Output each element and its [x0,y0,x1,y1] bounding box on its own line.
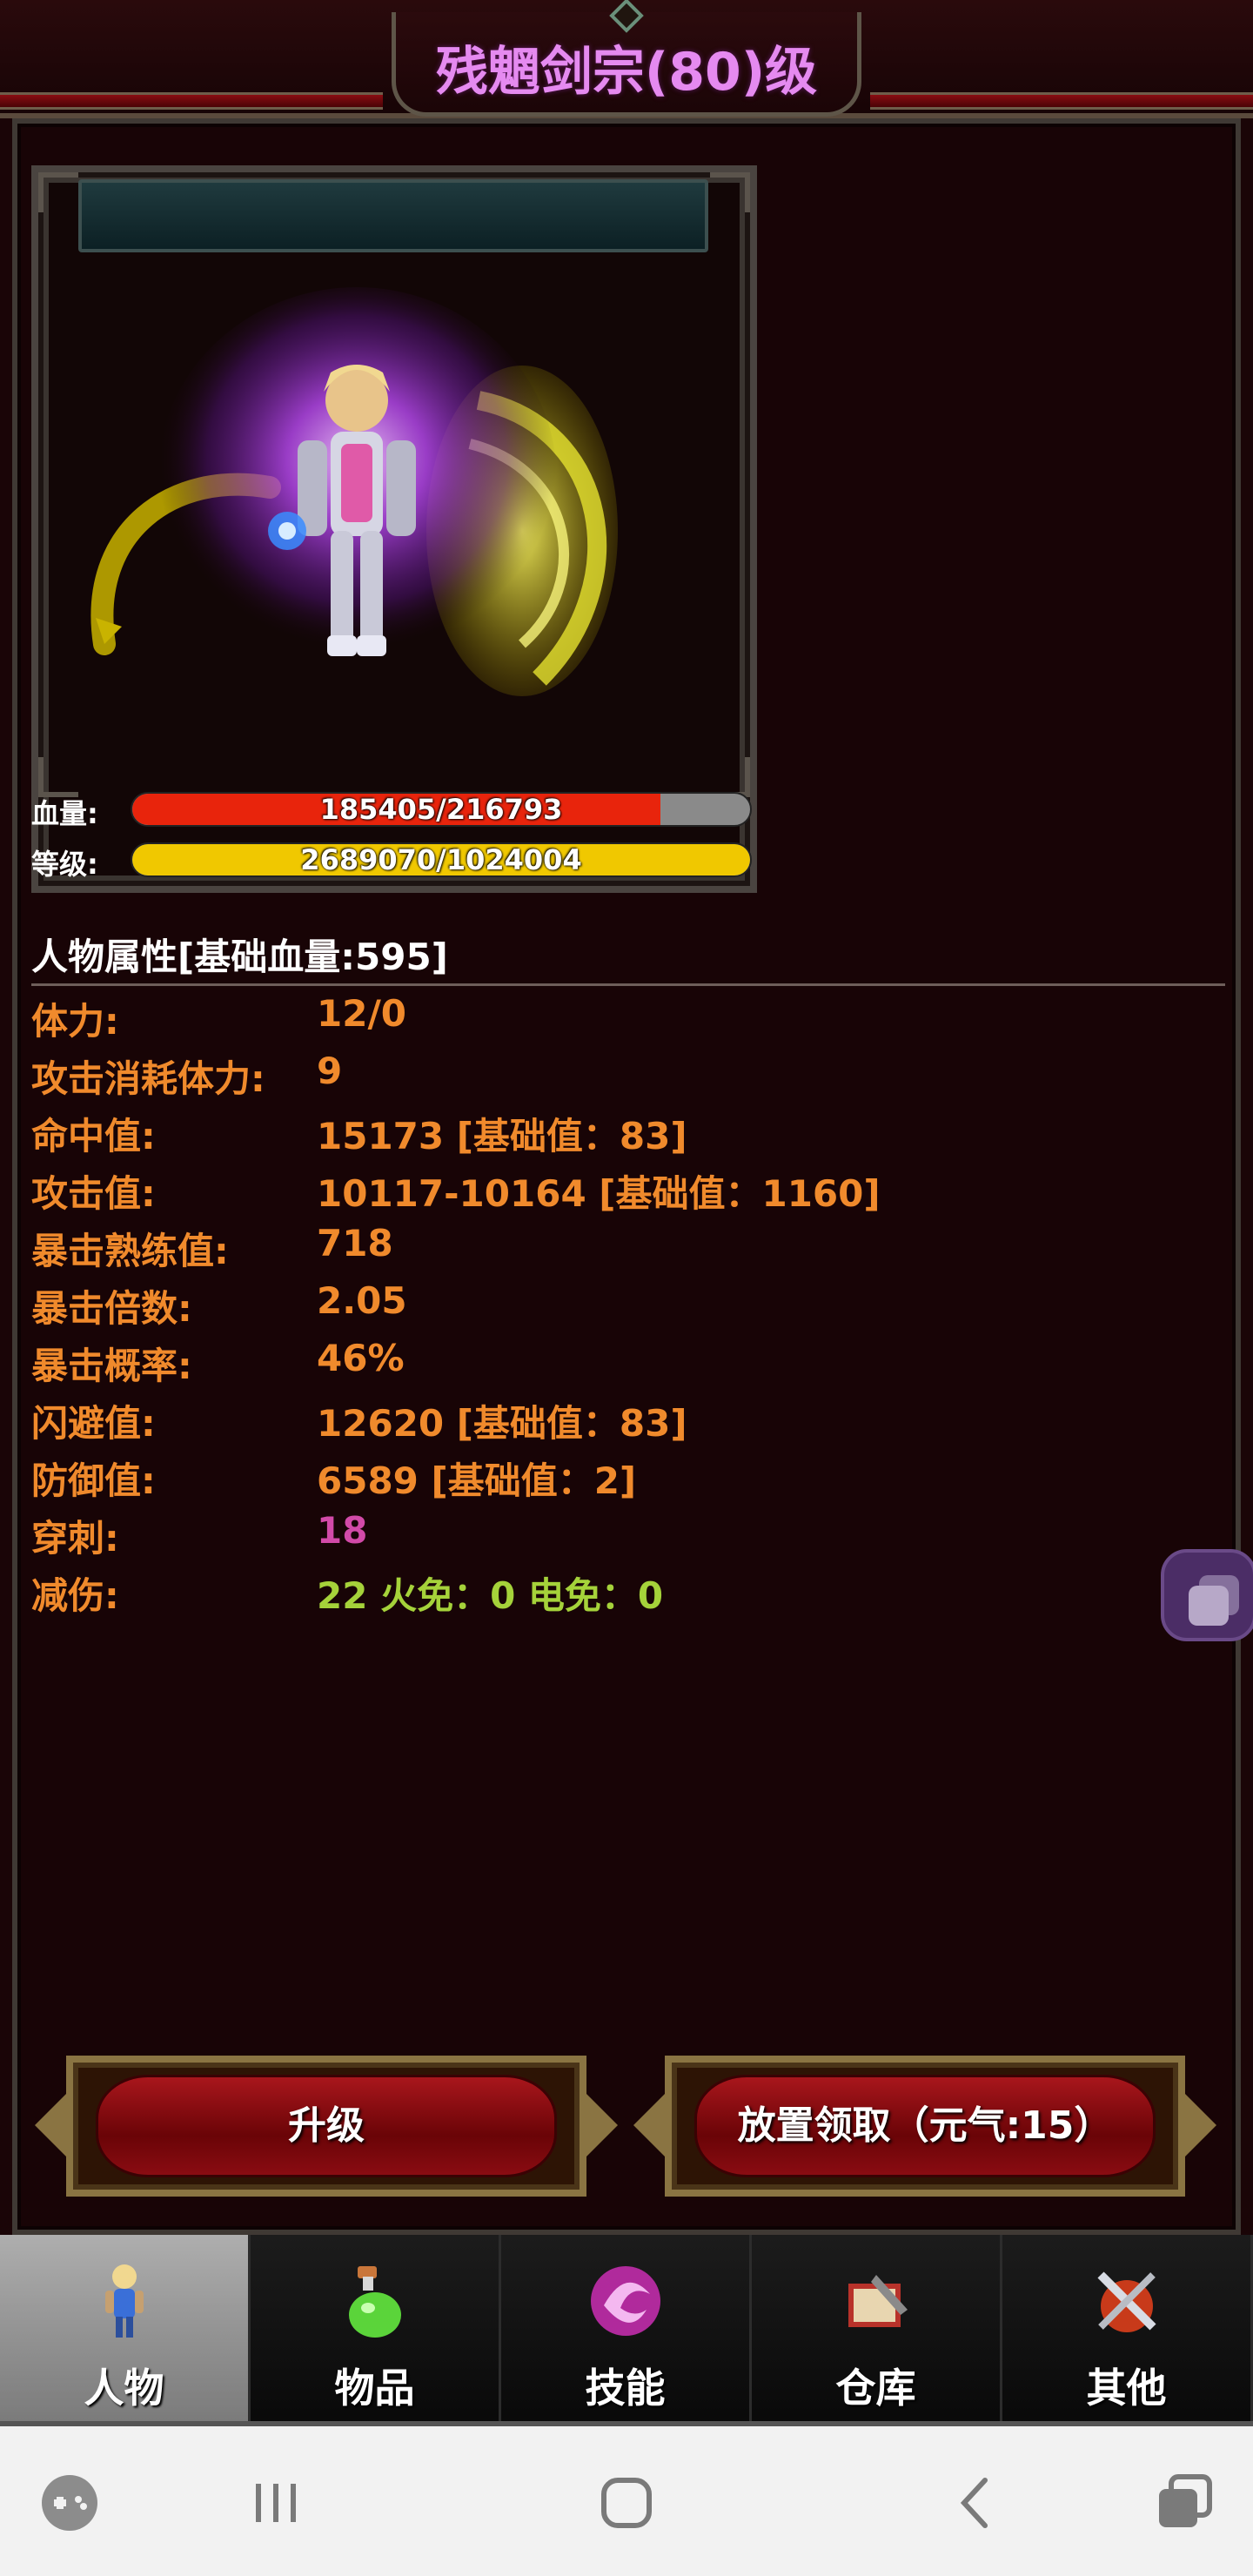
attr-value: 2.05 [317,1279,407,1322]
attr-value: 9 [317,1050,343,1092]
attr-row-crit-mastery: 暴击熟练值: 718 [31,1222,1215,1276]
idle-claim-button-label: 放置领取（元气:15） [737,2103,1113,2148]
crossed-swords-icon [1096,2271,1156,2332]
page-title: 残魍剑宗(80)级 [435,42,818,103]
attr-label: 暴击倍数: [31,1287,192,1330]
attr-label: 体力: [31,1000,119,1043]
title-banner: 残魍剑宗(80)级 [0,0,1253,118]
attr-value: 15173 [基础值：83] [317,1115,687,1157]
tab-label: 其他 [1086,2365,1167,2412]
attr-row-defense: 防御值: 6589 [基础值：2] [31,1452,1215,1506]
attr-row-hit: 命中值: 15173 [基础值：83] [31,1107,1215,1161]
attr-value: 12/0 [317,992,407,1035]
tab-character[interactable]: 人物 [0,2235,251,2425]
multi-window-icon[interactable] [1149,2468,1218,2538]
warehouse-icon [848,2275,908,2327]
attr-row-damage-reduction: 减伤: 22 火免：0 电免：0 [31,1566,1215,1620]
attr-value: 12620 [基础值：83] [317,1402,687,1445]
tab-other[interactable]: 其他 [1002,2235,1253,2425]
attr-label: 闪避值: [31,1402,156,1445]
level-value: 2689070/1024004 [300,843,582,876]
tab-label: 仓库 [835,2365,916,2412]
hp-value: 185405/216793 [319,793,563,826]
tab-label: 物品 [334,2365,415,2412]
tab-label: 人物 [84,2365,164,2412]
floating-window-button[interactable] [1161,1549,1253,1641]
potion-icon [348,2266,401,2338]
attr-label: 防御值: [31,1459,156,1502]
attr-label: 暴击概率: [31,1345,192,1387]
attr-value: 10117-10164 [基础值：1160] [317,1172,881,1215]
attr-label: 攻击消耗体力: [31,1057,265,1100]
banner-stripe-right [870,92,1253,110]
character-icon [104,2264,144,2338]
level-label: 等级: [31,848,98,881]
attr-value: 22 火免：0 电免：0 [317,1574,664,1617]
tab-label: 技能 [585,2365,666,2412]
attr-row-crit-multiplier: 暴击倍数: 2.05 [31,1279,1215,1333]
attr-label: 暴击熟练值: [31,1230,229,1272]
tab-items[interactable]: 物品 [251,2235,501,2425]
recent-apps-icon[interactable] [242,2468,312,2538]
hp-bar: 185405/216793 [131,792,752,827]
attr-row-attack: 攻击值: 10117-10164 [基础值：1160] [31,1164,1215,1218]
system-nav-bar [0,2426,1253,2576]
attr-row-attack-stamina-cost: 攻击消耗体力: 9 [31,1050,1215,1104]
attr-value: 46% [317,1337,405,1379]
portrait-nameplate [78,179,708,252]
tab-skills[interactable]: 技能 [501,2235,752,2425]
frame-corner-ornament [710,172,750,212]
attr-label: 减伤: [31,1574,119,1617]
back-icon[interactable] [941,2468,1011,2538]
game-tools-icon[interactable] [35,2468,104,2538]
skill-orb-icon [590,2266,660,2336]
attr-row-pierce: 穿刺: 18 [31,1509,1215,1563]
app-screen: 残魍剑宗(80)级 血量: 185405/216793 等级: 2689070/… [0,0,1253,2576]
level-bar: 2689070/1024004 [131,842,752,877]
idle-claim-button[interactable]: 放置领取（元气:15） [633,2056,1216,2197]
attr-row-dodge: 闪避值: 12620 [基础值：83] [31,1394,1215,1448]
attr-row-crit-chance: 暴击概率: 46% [31,1337,1215,1391]
tab-warehouse[interactable]: 仓库 [752,2235,1002,2425]
character-portrait[interactable] [70,270,679,775]
attr-value: 18 [317,1509,368,1552]
frame-corner-ornament [38,172,78,212]
window-stack-icon [1189,1586,1229,1626]
attr-label: 攻击值: [31,1172,156,1215]
attr-row-stamina: 体力: 12/0 [31,992,1215,1046]
hp-label: 血量: [31,797,98,830]
attr-value: 718 [317,1222,393,1265]
attr-label: 穿刺: [31,1517,119,1560]
attributes-divider [31,983,1225,986]
attr-value: 6589 [基础值：2] [317,1459,637,1502]
upgrade-button[interactable]: 升级 [35,2056,618,2197]
home-icon[interactable] [592,2468,661,2538]
banner-stripe-left [0,92,383,110]
attributes-heading: 人物属性[基础血量:595] [31,936,448,978]
upgrade-button-label: 升级 [288,2103,365,2148]
attr-label: 命中值: [31,1115,156,1157]
bottom-nav: 人物 物品 技能 仓库 其他 [0,2235,1253,2425]
